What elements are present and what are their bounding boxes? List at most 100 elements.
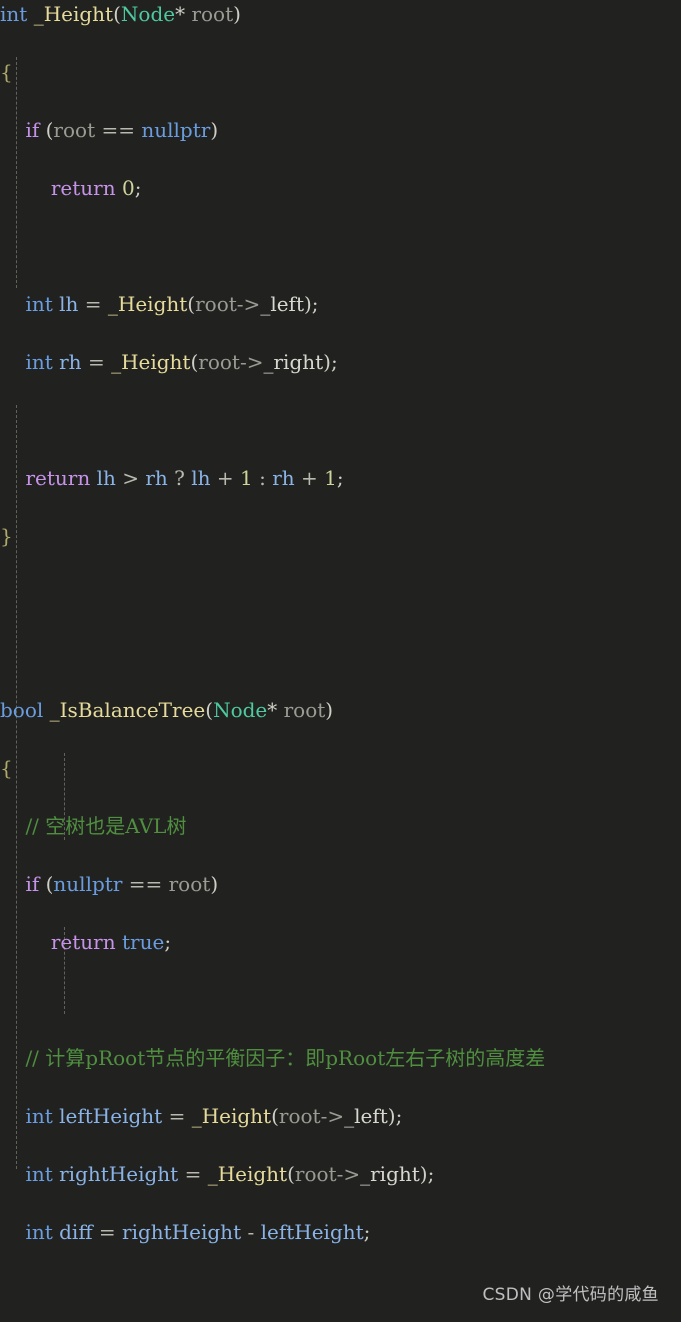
object-root-arrow: root-> — [294, 1162, 361, 1186]
paren-close: ) — [303, 292, 312, 316]
operator-equals: == — [128, 872, 163, 896]
pointer-star: * — [175, 2, 186, 26]
literal-one: 1 — [324, 466, 337, 490]
operator-assign: = — [168, 1104, 186, 1128]
variable-leftheight: leftHeight — [260, 1220, 364, 1244]
brace-open: { — [0, 756, 13, 780]
function-call-height: _Height — [107, 292, 188, 316]
paren-close: ) — [387, 1104, 396, 1128]
code-line-14: { — [0, 754, 681, 783]
identifier-root: root — [168, 872, 211, 896]
operator-assign: = — [87, 350, 105, 374]
brace-close: } — [0, 524, 13, 548]
operator-greater: > — [122, 466, 139, 490]
semicolon: ; — [134, 176, 142, 200]
keyword-if: if — [25, 872, 40, 896]
literal-one: 1 — [240, 466, 253, 490]
code-line-18-blank — [0, 986, 681, 1015]
paren-close: ) — [210, 872, 219, 896]
object-root-arrow: root-> — [278, 1104, 345, 1128]
variable-leftheight: leftHeight — [59, 1104, 163, 1128]
keyword-return: return — [25, 466, 91, 490]
member-left: _left — [260, 292, 304, 316]
param-root: root — [283, 698, 326, 722]
type-node: Node — [120, 2, 176, 26]
code-line-7: int rh = _Height(root->_right); — [0, 348, 681, 377]
paren-open: ( — [287, 1162, 295, 1186]
operator-ternary-colon: : — [259, 466, 266, 490]
paren-close: ) — [233, 2, 241, 26]
code-editor-viewport[interactable]: int _Height(Node* root) { if (root == nu… — [0, 0, 681, 1270]
function-call-height: _Height — [111, 350, 191, 374]
function-name-height: _Height — [33, 2, 114, 26]
code-line-19: // 计算pRoot节点的平衡因子：即pRoot左右子树的高度差 — [0, 1044, 681, 1073]
brace-open: { — [0, 60, 13, 84]
keyword-int: int — [25, 1104, 53, 1128]
comment-empty-tree-is-avl: // 空树也是AVL树 — [25, 814, 187, 838]
operator-assign: = — [84, 292, 102, 316]
variable-lh: lh — [96, 466, 116, 490]
semicolon: ; — [164, 930, 172, 954]
paren-open: ( — [271, 1104, 279, 1128]
member-right: _right — [360, 1162, 420, 1186]
operator-ternary-question: ? — [174, 466, 185, 490]
operator-plus: + — [216, 466, 234, 490]
code-line-9: return lh > rh ? lh + 1 : rh + 1; — [0, 464, 681, 493]
csdn-watermark: CSDN @学代码的咸鱼 — [482, 1285, 659, 1305]
comment-compute-balance-factor: // 计算pRoot节点的平衡因子：即pRoot左右子树的高度差 — [25, 1046, 546, 1070]
type-node: Node — [213, 698, 268, 722]
semicolon: ; — [330, 350, 338, 374]
member-right: _right — [263, 350, 324, 374]
variable-rh: rh — [272, 466, 295, 490]
code-line-2: { — [0, 58, 681, 87]
semicolon: ; — [395, 1104, 403, 1128]
semicolon: ; — [363, 1220, 371, 1244]
paren-close: ) — [323, 350, 331, 374]
variable-diff: diff — [59, 1220, 93, 1244]
keyword-int: int — [25, 1220, 53, 1244]
variable-lh: lh — [59, 292, 79, 316]
code-line-4: return 0; — [0, 174, 681, 203]
param-root: root — [191, 2, 234, 26]
variable-rightheight: rightHeight — [122, 1220, 242, 1244]
variable-rh: rh — [59, 350, 82, 374]
code-line-20: int leftHeight = _Height(root->_left); — [0, 1102, 681, 1131]
paren-close: ) — [210, 118, 219, 142]
code-line-10: } — [0, 522, 681, 551]
keyword-if: if — [25, 118, 40, 142]
operator-equals: == — [101, 118, 135, 142]
code-line-16: if (nullptr == root) — [0, 870, 681, 899]
pointer-star: * — [267, 698, 278, 722]
literal-zero: 0 — [121, 176, 135, 200]
keyword-int: int — [25, 350, 53, 374]
keyword-nullptr: nullptr — [53, 872, 123, 896]
function-name-isbalancetree: _IsBalanceTree — [49, 698, 206, 722]
variable-rightheight: rightHeight — [59, 1162, 179, 1186]
keyword-return: return — [50, 930, 116, 954]
function-call-height: _Height — [207, 1162, 288, 1186]
member-left: _left — [344, 1104, 388, 1128]
keyword-int: int — [25, 292, 53, 316]
paren-open: ( — [113, 2, 121, 26]
object-root-arrow: root-> — [195, 292, 261, 316]
code-line-21: int rightHeight = _Height(root->_right); — [0, 1160, 681, 1189]
semicolon: ; — [336, 466, 344, 490]
keyword-bool: bool — [0, 698, 44, 722]
code-line-15: // 空树也是AVL树 — [0, 812, 681, 841]
operator-assign: = — [98, 1220, 116, 1244]
semicolon: ; — [311, 292, 319, 316]
keyword-int: int — [0, 2, 28, 26]
keyword-return: return — [50, 176, 116, 200]
paren-close: ) — [325, 698, 334, 722]
paren-close: ) — [419, 1162, 428, 1186]
identifier-root: root — [53, 118, 96, 142]
keyword-int: int — [25, 1162, 53, 1186]
code-line-22: int diff = rightHeight - leftHeight; — [0, 1218, 681, 1247]
keyword-nullptr: nullptr — [141, 118, 211, 142]
code-line-8-blank — [0, 406, 681, 435]
code-line-17: return true; — [0, 928, 681, 957]
literal-true: true — [121, 930, 165, 954]
object-root-arrow: root-> — [198, 350, 264, 374]
code-line-5-blank — [0, 232, 681, 261]
code-line-13: bool _IsBalanceTree(Node* root) — [0, 696, 681, 725]
